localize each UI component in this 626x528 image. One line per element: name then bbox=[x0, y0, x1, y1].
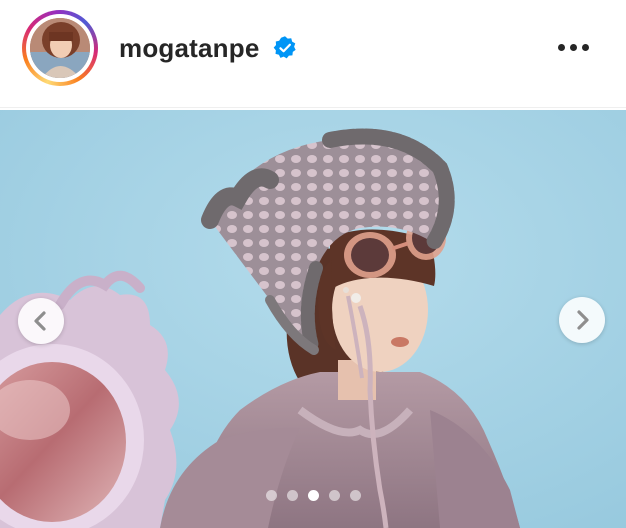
verified-badge-icon bbox=[273, 36, 296, 59]
story-ring[interactable] bbox=[22, 10, 98, 86]
slide-indicator-1[interactable] bbox=[266, 490, 277, 501]
slide-indicator-3[interactable] bbox=[308, 490, 319, 501]
slide-indicator-4[interactable] bbox=[329, 490, 340, 501]
slide-indicator-5[interactable] bbox=[350, 490, 361, 501]
slide-indicator-2[interactable] bbox=[287, 490, 298, 501]
previous-slide-button[interactable] bbox=[18, 298, 64, 344]
chevron-right-icon bbox=[577, 310, 589, 330]
username[interactable]: mogatanpe bbox=[119, 32, 259, 64]
post-photo bbox=[0, 110, 626, 528]
next-slide-button[interactable] bbox=[559, 297, 605, 343]
more-options-button[interactable] bbox=[548, 30, 598, 66]
more-horizontal-icon bbox=[558, 44, 565, 51]
chevron-left-icon bbox=[34, 311, 46, 331]
carousel-indicators bbox=[262, 488, 366, 502]
post-header: mogatanpe bbox=[0, 0, 626, 108]
post-media-carousel[interactable] bbox=[0, 110, 626, 528]
instagram-post: mogatanpe bbox=[0, 0, 626, 528]
avatar[interactable] bbox=[30, 18, 90, 78]
